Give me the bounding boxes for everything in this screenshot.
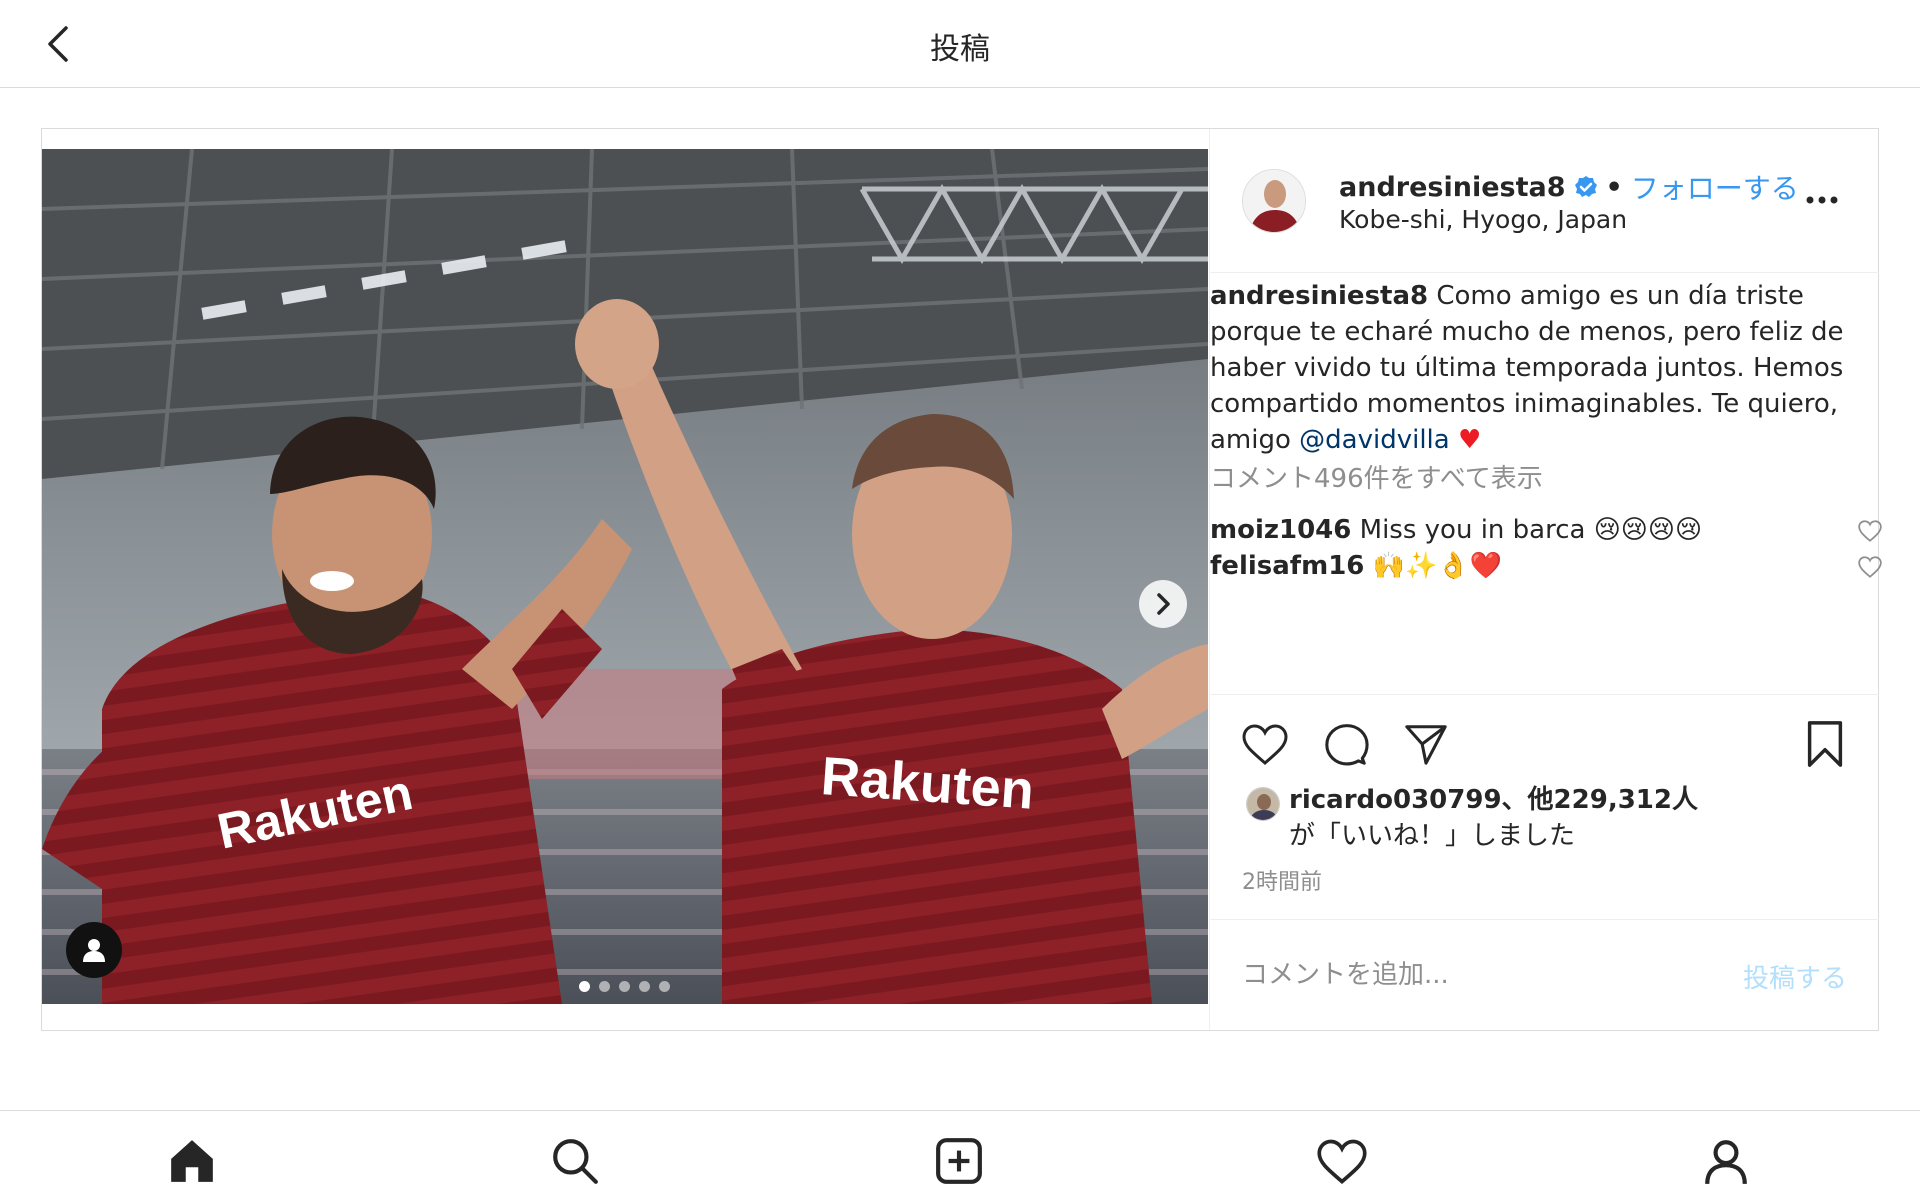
username-link[interactable]: andresiniesta8	[1339, 172, 1566, 203]
nav-profile[interactable]	[1696, 1131, 1756, 1191]
bottom-nav	[0, 1110, 1920, 1200]
like-button[interactable]	[1240, 719, 1290, 769]
post-card: Rakuten Rakuten andresiniesta8 • フォローする …	[41, 128, 1882, 1031]
post-timestamp: 2時間前	[1242, 870, 1322, 895]
location-link[interactable]: Kobe-shi, Hyogo, Japan	[1339, 205, 1627, 234]
caption-username[interactable]: andresiniesta8	[1210, 281, 1428, 311]
chevron-right-icon	[1157, 593, 1170, 615]
liked-by-user[interactable]: ricardo030799	[1289, 785, 1502, 815]
carousel-dot	[619, 981, 630, 992]
separator-dot: •	[1605, 171, 1623, 203]
follow-button[interactable]: フォローする	[1631, 167, 1799, 207]
comment-item: felisafm16 🙌✨👌❤️	[1210, 548, 1850, 584]
plus-square-icon	[936, 1138, 982, 1184]
home-icon	[171, 1140, 213, 1182]
comment-like-button[interactable]	[1857, 554, 1883, 580]
carousel-next-button[interactable]	[1139, 580, 1187, 628]
add-comment-bar: 投稿する	[1210, 919, 1879, 1030]
carousel-dot	[659, 981, 670, 992]
caption-mention[interactable]: @davidvilla	[1299, 425, 1450, 455]
view-all-comments-link[interactable]: コメント496件をすべて表示	[1210, 458, 1543, 495]
comments-section: andresiniesta8 Como amigo es un día tris…	[1210, 274, 1882, 694]
paper-plane-icon	[1405, 725, 1447, 765]
nav-home[interactable]	[162, 1131, 222, 1191]
more-options-button[interactable]	[1802, 185, 1842, 215]
liked-by-count[interactable]: 、他229,312人	[1502, 785, 1698, 815]
nav-search[interactable]	[545, 1131, 605, 1191]
speech-bubble-icon	[1325, 724, 1369, 766]
comment-like-button[interactable]	[1857, 518, 1883, 544]
share-button[interactable]	[1401, 719, 1451, 769]
post-photo[interactable]: Rakuten Rakuten	[42, 149, 1208, 1004]
caption-heart-emoji: ♥	[1457, 425, 1482, 455]
carousel-dot	[599, 981, 610, 992]
post-header: andresiniesta8 • フォローする Kobe-shi, Hyogo,…	[1210, 129, 1879, 273]
heart-outline-icon	[1858, 520, 1882, 542]
more-dots-icon	[1806, 196, 1838, 204]
comment-text: 🙌✨👌❤️	[1372, 551, 1503, 581]
nav-new-post[interactable]	[929, 1131, 989, 1191]
search-icon	[553, 1139, 598, 1184]
username-line: andresiniesta8 • フォローする	[1339, 167, 1799, 207]
comment-item: moiz1046 Miss you in barca 😢😢😢😢	[1210, 512, 1850, 548]
avatar[interactable]	[1242, 169, 1306, 233]
carousel-dot	[639, 981, 650, 992]
nav-activity[interactable]	[1312, 1131, 1372, 1191]
top-bar: 投稿	[0, 0, 1920, 88]
person-icon	[83, 939, 105, 962]
comment-input[interactable]	[1242, 950, 1722, 1000]
verified-badge-icon	[1574, 176, 1597, 197]
liked-by-avatar[interactable]	[1246, 787, 1280, 821]
carousel-dot	[579, 981, 590, 992]
comment-button[interactable]	[1321, 719, 1371, 769]
liked-by-avatar-image	[1247, 788, 1279, 820]
avatar-image	[1243, 170, 1305, 232]
save-button[interactable]	[1800, 719, 1850, 769]
post-side-panel: andresiniesta8 • フォローする Kobe-shi, Hyogo,…	[1209, 129, 1882, 1030]
page-title: 投稿	[930, 32, 990, 67]
profile-icon	[1705, 1140, 1747, 1185]
carousel-indicator	[579, 981, 670, 992]
comment-username[interactable]: felisafm16	[1210, 551, 1364, 581]
bookmark-icon	[1807, 721, 1843, 767]
post-comment-button[interactable]: 投稿する	[1743, 958, 1847, 995]
comment-text: Miss you in barca 😢😢😢😢	[1359, 515, 1703, 545]
liked-by-text: ricardo030799、他229,312人 が「いいね！」しました	[1289, 782, 1849, 854]
liked-by-suffix: が「いいね！」しました	[1289, 821, 1576, 851]
heart-outline-icon	[1242, 724, 1288, 765]
heart-outline-icon	[1858, 556, 1882, 578]
heart-outline-icon	[1317, 1139, 1367, 1185]
photo-image: Rakuten Rakuten	[42, 149, 1208, 1004]
tagged-users-button[interactable]	[66, 922, 122, 978]
comment-username[interactable]: moiz1046	[1210, 515, 1351, 545]
post-actions: ricardo030799、他229,312人 が「いいね！」しました	[1210, 694, 1879, 854]
post-caption: andresiniesta8 Como amigo es un día tris…	[1210, 278, 1870, 458]
